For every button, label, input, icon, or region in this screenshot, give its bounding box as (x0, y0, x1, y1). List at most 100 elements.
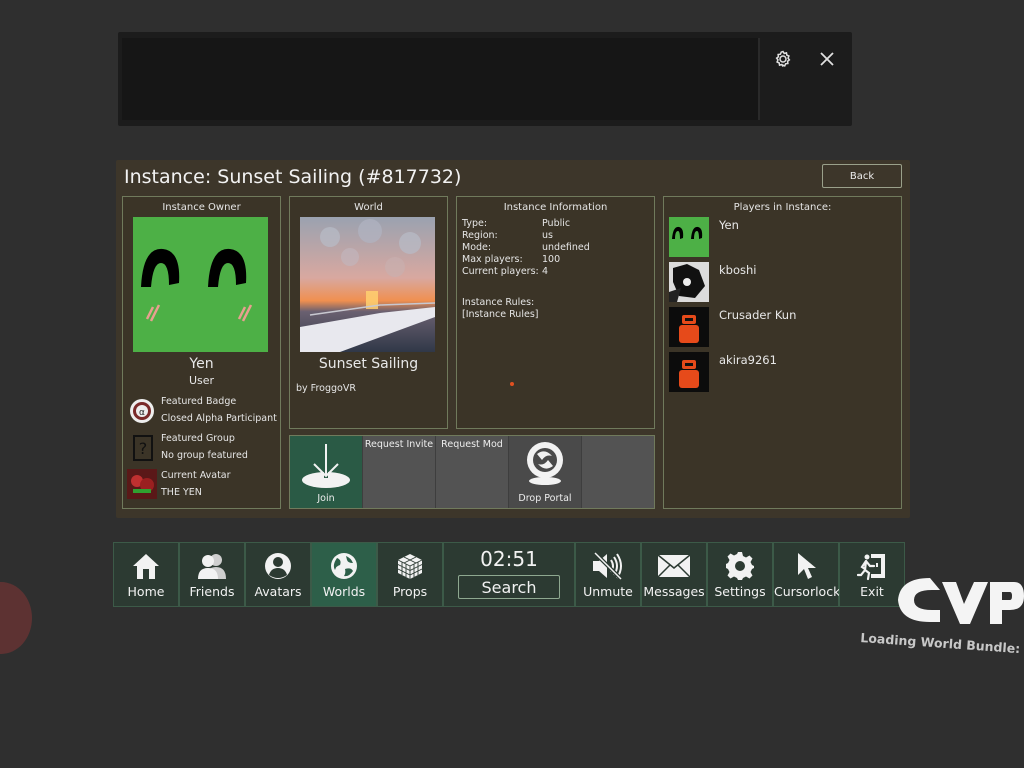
player-row[interactable]: Yen (669, 217, 894, 257)
nav-unmute[interactable]: Unmute (575, 542, 641, 607)
info-type-key: Type: (462, 218, 488, 229)
join-button[interactable]: Join (290, 436, 363, 508)
envelope-icon (642, 551, 706, 581)
svg-text:α: α (139, 408, 145, 418)
world-box: World Sunset Sailing by FroggoVR (289, 196, 448, 429)
nav-settings-label: Settings (714, 584, 766, 599)
nav-props-label: Props (392, 584, 428, 599)
current-avatar-thumbnail[interactable] (127, 469, 157, 499)
player-row[interactable]: kboshi (669, 262, 894, 302)
world-thumbnail[interactable] (300, 217, 435, 352)
globe-icon (312, 551, 376, 581)
close-icon[interactable] (814, 46, 840, 72)
player-name: kboshi (719, 263, 757, 277)
clock-search: 02:51 Search (443, 542, 575, 607)
info-region-key: Region: (462, 230, 498, 241)
player-name: Crusader Kun (719, 308, 797, 322)
join-icon (301, 442, 351, 488)
nav-home[interactable]: Home (113, 542, 179, 607)
status-dot (510, 382, 514, 386)
info-current-players-value: 4 (542, 266, 549, 277)
back-button[interactable]: Back (822, 164, 902, 188)
loading-status: Loading World Bundle: 2 (859, 630, 1024, 657)
player-avatar (669, 352, 709, 392)
instance-info-box: Instance Information Type: Public Region… (456, 196, 655, 429)
drop-portal-label: Drop Portal (518, 493, 572, 504)
settings-gear-icon (708, 551, 772, 581)
world-name: Sunset Sailing (318, 356, 419, 372)
current-avatar-value: THE YEN (161, 487, 202, 498)
player-row[interactable]: akira9261 (669, 352, 894, 392)
info-region-value: us (542, 230, 553, 241)
cube-icon (378, 551, 442, 581)
clock-time: 02:51 (480, 547, 538, 571)
gear-icon[interactable] (770, 46, 796, 72)
friends-icon (180, 551, 244, 581)
nav-worlds-label: Worlds (322, 584, 366, 599)
owner-avatar[interactable] (133, 217, 268, 352)
nav-friends[interactable]: Friends (179, 542, 245, 607)
featured-group-label: Featured Group (161, 433, 235, 444)
badge-icon: α (129, 398, 155, 424)
request-mod-button[interactable]: Request Mod (436, 436, 509, 508)
featured-group-value: No group featured (161, 450, 248, 461)
nav-cursorlock-label: Cursorlock (774, 584, 841, 599)
nav-worlds[interactable]: Worlds (311, 542, 377, 607)
nav-unmute-label: Unmute (583, 584, 633, 599)
instance-rules-label: Instance Rules: (462, 297, 535, 308)
info-mode-key: Mode: (462, 242, 492, 253)
request-invite-button[interactable]: Request Invite (363, 436, 436, 508)
nav-settings[interactable]: Settings (707, 542, 773, 607)
nav-cursorlock[interactable]: Cursorlock (773, 542, 841, 607)
request-mod-label: Request Mod (441, 439, 503, 450)
player-avatar (669, 262, 709, 302)
nav-messages-label: Messages (643, 584, 705, 599)
home-icon (114, 551, 178, 581)
instance-panel: Instance: Sunset Sailing (#817732) Back … (116, 160, 910, 518)
current-avatar-label: Current Avatar (161, 470, 231, 481)
nav-props[interactable]: Props (377, 542, 443, 607)
info-mode-value: undefined (542, 242, 590, 253)
owner-role: User (188, 374, 215, 387)
player-name: akira9261 (719, 353, 777, 367)
nav-avatars[interactable]: Avatars (245, 542, 311, 607)
search-button[interactable]: Search (458, 575, 560, 599)
info-header: Instance Information (503, 202, 608, 213)
world-author[interactable]: by FroggoVR (296, 383, 356, 394)
cvr-logo (890, 570, 1024, 632)
drop-portal-button[interactable]: Drop Portal (509, 436, 582, 508)
nav-avatars-label: Avatars (254, 584, 302, 599)
players-box: Players in Instance: Yen kboshi Crusader… (663, 196, 902, 509)
info-current-players-key: Current players: (462, 266, 539, 277)
info-type-value: Public (542, 218, 571, 229)
owner-header: Instance Owner (162, 202, 241, 213)
info-max-players-value: 100 (542, 254, 561, 265)
instance-actions: Join Request Invite Request Mod Drop Por… (289, 435, 655, 509)
request-invite-label: Request Invite (364, 439, 434, 450)
player-avatar (669, 217, 709, 257)
player-row[interactable]: Crusader Kun (669, 307, 894, 347)
owner-name: Yen (189, 356, 214, 372)
main-nav-bar: Home Friends Avatars Worlds Props 02:51 … (113, 542, 911, 607)
cursor-icon (774, 551, 838, 581)
portal-icon (522, 440, 568, 486)
world-header: World (354, 202, 383, 213)
nav-messages[interactable]: Messages (641, 542, 707, 607)
info-max-players-key: Max players: (462, 254, 523, 265)
featured-badge-label: Featured Badge (161, 396, 237, 407)
player-name: Yen (719, 218, 739, 232)
avatar-icon (246, 551, 310, 581)
instance-owner-box: Instance Owner Yen User α Featured Badge… (122, 196, 281, 509)
player-avatar (669, 307, 709, 347)
vr-pointer-indicator (0, 582, 32, 654)
join-label: Join (317, 493, 335, 504)
svg-text:?: ? (139, 439, 148, 458)
page-title: Instance: Sunset Sailing (#817732) (124, 166, 462, 188)
nav-home-label: Home (127, 584, 165, 599)
top-bar-content (122, 38, 760, 120)
top-bar (118, 32, 852, 126)
empty-action-slot (582, 436, 654, 508)
question-icon: ? (133, 435, 153, 461)
instance-rules-value: [Instance Rules] (462, 309, 539, 320)
players-header: Players in Instance: (733, 202, 832, 213)
